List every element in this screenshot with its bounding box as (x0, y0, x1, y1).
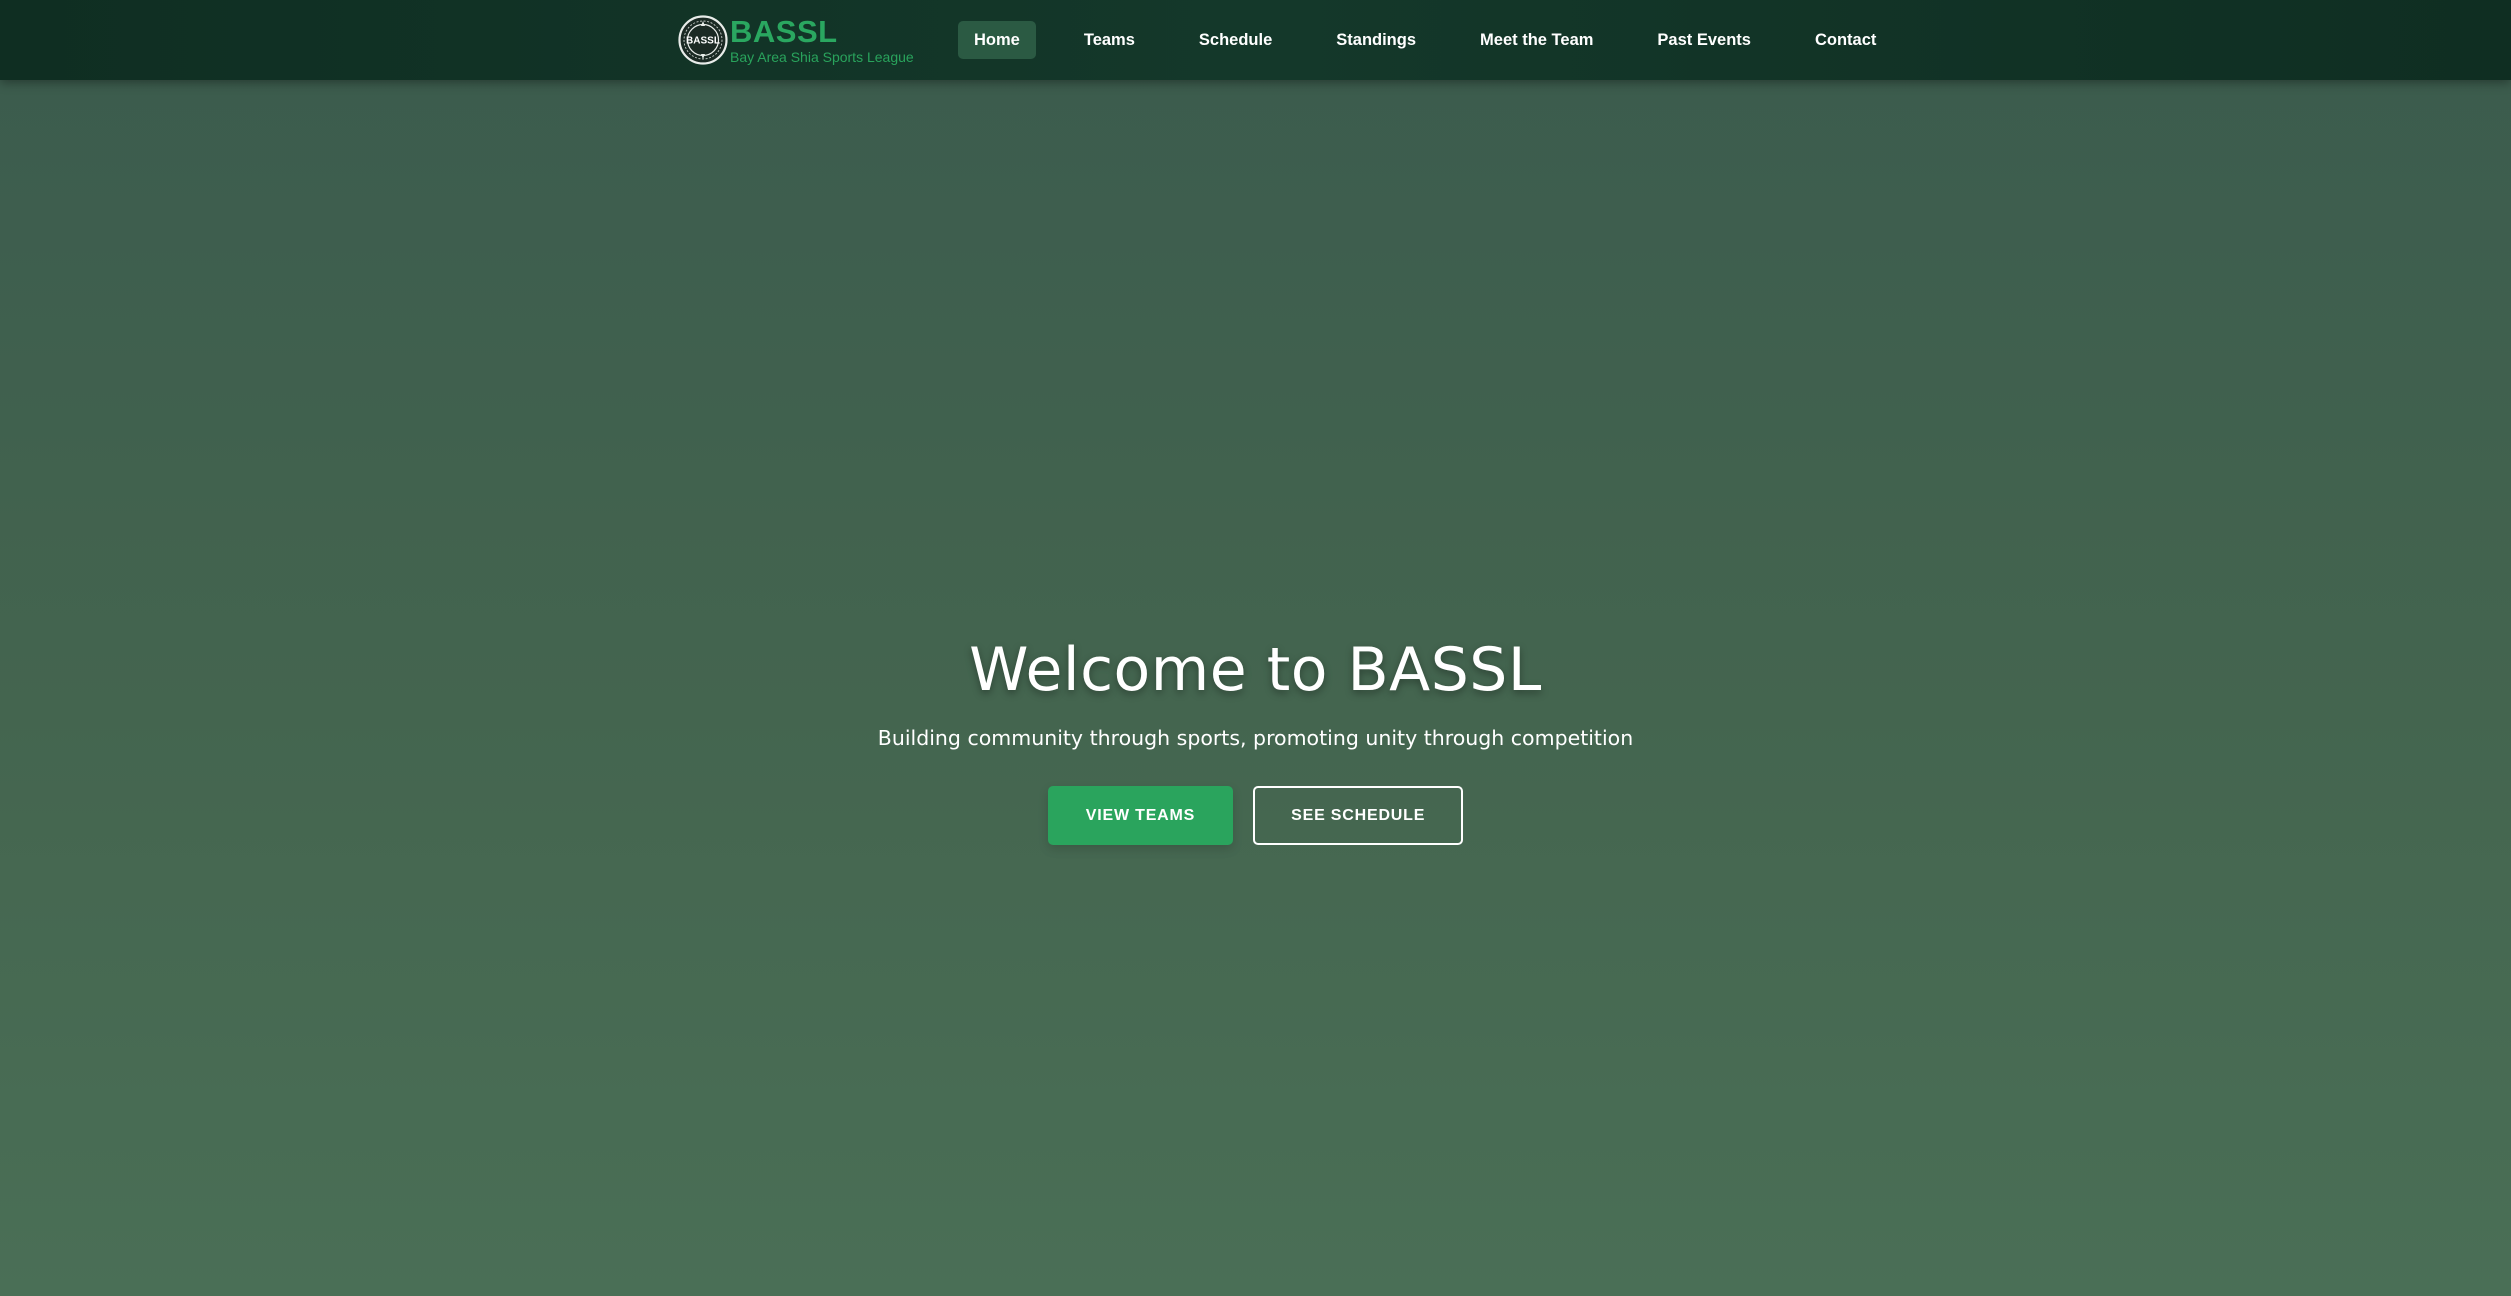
brand-subtitle: Bay Area Shia Sports League (730, 49, 914, 65)
bassl-emblem-icon: BASSL (678, 15, 728, 65)
site-header: BASSL BASSL Bay Area Shia Sports League … (0, 0, 2511, 80)
nav-link-contact[interactable]: Contact (1799, 21, 1892, 59)
nav-link-home[interactable]: Home (958, 21, 1036, 59)
brand-text: BASSL Bay Area Shia Sports League (730, 16, 914, 64)
nav-link-schedule[interactable]: Schedule (1183, 21, 1288, 59)
nav-link-standings[interactable]: Standings (1320, 21, 1432, 59)
hero-content: Welcome to BASSL Building community thro… (0, 635, 2511, 845)
main-nav: Home Teams Schedule Standings Meet the T… (958, 21, 1924, 59)
hero-section: Welcome to BASSL Building community thro… (0, 80, 2511, 1296)
see-schedule-button[interactable]: See Schedule (1253, 786, 1464, 845)
view-teams-button[interactable]: View Teams (1047, 786, 1234, 845)
nav-link-meet-the-team[interactable]: Meet the Team (1464, 21, 1609, 59)
hero-title: Welcome to BASSL (969, 635, 1542, 705)
hero-actions: View Teams See Schedule (0, 786, 2511, 845)
brand-home-link[interactable]: BASSL BASSL Bay Area Shia Sports League (678, 13, 914, 67)
hero-subtitle: Building community through sports, promo… (877, 726, 1634, 750)
nav-link-past-events[interactable]: Past Events (1641, 21, 1767, 59)
nav-link-teams[interactable]: Teams (1068, 21, 1151, 59)
logo-wordmark: BASSL (686, 36, 720, 47)
brand-title: BASSL (730, 14, 838, 49)
